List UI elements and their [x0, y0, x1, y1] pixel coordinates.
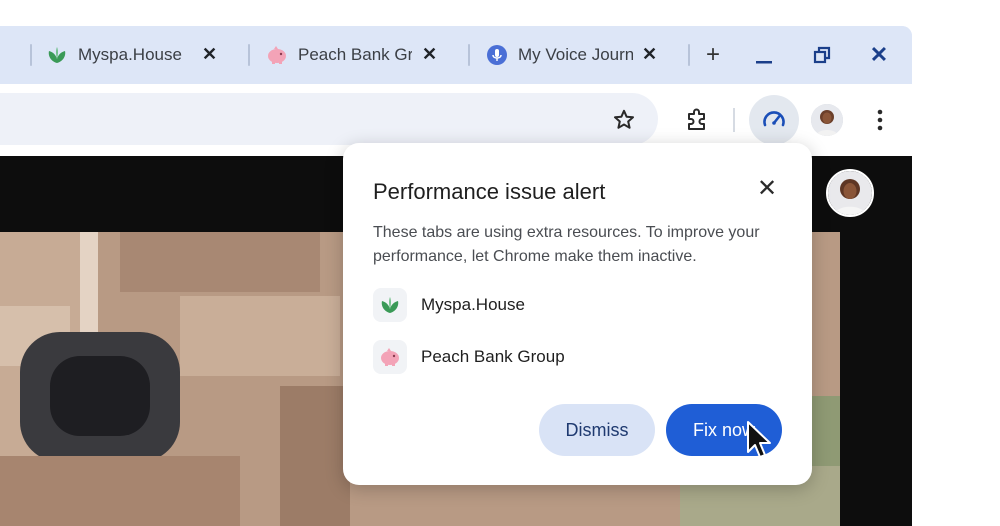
more-menu-button[interactable] [868, 106, 892, 134]
star-icon [614, 109, 634, 129]
restore-button[interactable] [810, 42, 834, 68]
site-item: Peach Bank Group [373, 340, 565, 374]
new-tab-button[interactable]: + [700, 41, 726, 68]
tab-myspa[interactable]: Myspa.House ✕ [46, 40, 246, 70]
piggy-bank-icon [266, 44, 288, 66]
tab-separator [468, 44, 470, 66]
person-icon [811, 104, 843, 136]
performance-icon [763, 111, 785, 127]
site-item: Myspa.House [373, 288, 525, 322]
tab-close-button[interactable]: ✕ [642, 44, 657, 65]
performance-button[interactable] [749, 95, 799, 145]
tab-strip: Myspa.House ✕ Peach Bank Gr ✕ My Voice J… [0, 26, 912, 84]
microphone-icon [486, 44, 508, 66]
restore-icon [813, 46, 831, 64]
tab-peach-bank[interactable]: Peach Bank Gr ✕ [266, 40, 466, 70]
dialog-description: These tabs are using extra resources. To… [373, 224, 760, 265]
page-avatar[interactable] [826, 169, 874, 217]
tab-title: My Voice Journ [518, 45, 633, 64]
tab-separator [30, 44, 32, 66]
tab-voice-journal[interactable]: My Voice Journ ✕ [486, 40, 686, 70]
dialog-close-button[interactable]: ✕ [755, 175, 779, 202]
toolbar-divider [733, 108, 735, 132]
performance-alert-dialog: Performance issue alert ✕ These tabs are… [343, 143, 812, 485]
pixel-block [280, 386, 350, 526]
close-window-button[interactable]: ✕ [866, 42, 892, 68]
tab-title: Peach Bank Gr [298, 45, 412, 64]
extensions-button[interactable] [683, 106, 711, 134]
tab-close-button[interactable]: ✕ [202, 44, 217, 65]
address-bar[interactable] [0, 93, 658, 145]
site-name: Myspa.House [421, 295, 525, 314]
piggy-bank-icon [373, 340, 407, 374]
extensions-icon [688, 108, 705, 130]
tab-separator [688, 44, 690, 66]
tab-close-button[interactable]: ✕ [422, 44, 437, 65]
page-side-bar [840, 232, 912, 526]
person-icon [828, 171, 872, 215]
pixel-block [180, 296, 340, 376]
dismiss-button[interactable]: Dismiss [539, 404, 655, 456]
leaf-icon [373, 288, 407, 322]
leaf-icon [46, 44, 68, 66]
dialog-title: Performance issue alert [373, 179, 606, 204]
site-name: Peach Bank Group [421, 347, 565, 366]
profile-avatar[interactable] [811, 104, 843, 136]
mouse-cursor-icon [746, 420, 774, 465]
pixel-block [50, 356, 150, 436]
tab-separator [248, 44, 250, 66]
bookmark-star-button[interactable] [610, 106, 638, 134]
minimize-button[interactable] [752, 42, 776, 68]
pixel-block [120, 232, 320, 292]
tab-title: Myspa.House [78, 45, 182, 64]
minimize-icon [756, 61, 772, 64]
pixel-block [0, 456, 240, 526]
more-icon [877, 109, 883, 131]
